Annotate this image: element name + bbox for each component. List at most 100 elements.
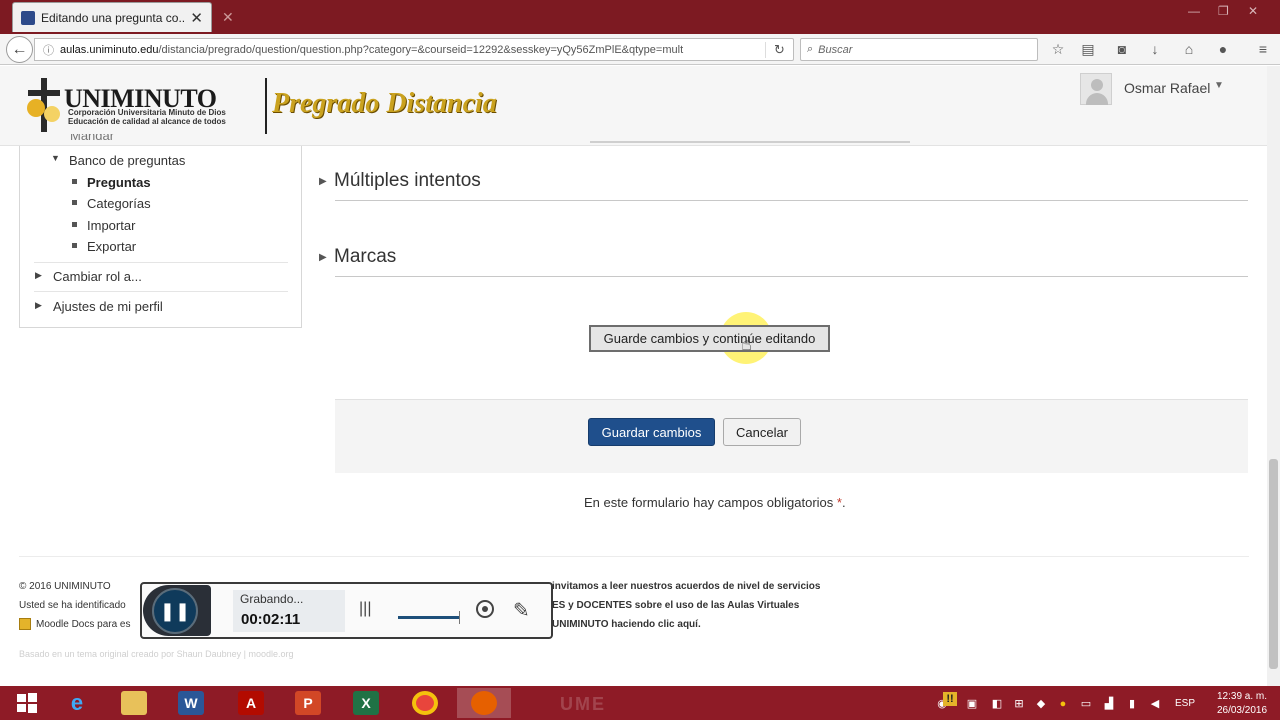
reload-icon[interactable]: ↻ [765,41,793,58]
taskbar-file-explorer[interactable] [107,688,161,718]
sidebar-item-import[interactable]: Importar [87,218,135,233]
internet-explorer-icon: e [70,690,84,715]
footer-policy-text: ES y DOCENTES sobre el uso de las Aulas … [552,600,800,611]
audio-level-icon: ||| [359,600,372,617]
taskbar-firefox[interactable] [457,688,511,718]
taskbar-excel[interactable]: X [339,688,393,718]
logo-divider [265,78,267,134]
program-title: Pregrado Distancia [272,88,497,119]
taskbar-powerpoint[interactable]: P [281,688,335,718]
arrow-left-icon: ← [11,40,28,58]
collapsed-triangle-icon[interactable]: ▶ [35,270,42,281]
tray-time: 12:39 a. m. [1216,691,1268,702]
bookmark-star-icon[interactable]: ☆ [1049,40,1067,58]
bullet-icon [72,243,77,248]
taskbar-chrome[interactable] [398,688,452,718]
tray-update-icon[interactable]: ● [1056,697,1070,711]
pen-icon[interactable]: ✎ [513,598,530,623]
footer-docs-link[interactable]: Moodle Docs para es [36,619,131,630]
word-icon: W [178,691,204,715]
home-icon[interactable]: ⌂ [1180,40,1198,58]
pocket-icon[interactable]: ◙ [1113,40,1131,58]
sidebar-item-categories[interactable]: Categorías [87,196,151,211]
menu-icon[interactable]: ≡ [1254,40,1272,58]
collapsed-triangle-icon[interactable]: ▶ [319,252,327,263]
logo-tagline: Educación de calidad al alcance de todos [68,117,226,126]
sidebar-item-questions[interactable]: Preguntas [87,175,151,190]
windows-logo-icon [17,693,37,713]
logo-subtitle: Corporación Universitaria Minuto de Dios [68,108,226,117]
tray-warning-icon[interactable]: !! [943,692,957,706]
save-button[interactable]: Guardar cambios [588,418,715,446]
sidebar-item-question-bank[interactable]: Banco de preguntas [69,153,185,168]
tray-language[interactable]: ESP [1175,698,1195,709]
caret-down-icon[interactable]: ▼ [1214,80,1224,91]
tray-battery-icon[interactable]: ▮ [1125,697,1139,711]
search-input[interactable]: ⌕ Buscar [800,38,1038,61]
tray-date: 26/03/2016 [1216,705,1268,716]
reading-list-icon[interactable]: ▤ [1079,40,1097,58]
start-button[interactable] [0,688,54,718]
footer-copyright: © 2016 UNIMINUTO [19,581,111,592]
footer-divider [19,556,1249,557]
new-tab-icon[interactable]: ✕ [222,9,238,25]
scrollbar-thumb[interactable] [1269,459,1278,669]
chat-icon[interactable]: ● [1214,40,1232,58]
collapsed-triangle-icon[interactable]: ▶ [319,176,327,187]
info-icon: ⓘ [43,44,54,57]
section-divider [590,141,910,143]
volume-slider[interactable] [398,611,460,624]
required-period: . [841,495,846,510]
tray-volume-icon[interactable]: ◀ [1148,697,1162,711]
section-multiple-tries[interactable]: Múltiples intentos [334,170,481,192]
back-button[interactable]: ← [6,36,33,63]
url-host: aulas.uniminuto.edu [60,43,159,56]
chrome-icon [412,691,438,715]
window-close-icon[interactable]: ✕ [1248,4,1258,18]
expanded-triangle-icon[interactable]: ▼ [51,153,60,163]
minimize-icon[interactable]: — [1188,4,1200,18]
sidebar-divider [34,262,288,263]
user-menu-name[interactable]: Osmar Rafael [1124,80,1210,96]
tray-device-icon[interactable]: ◧ [990,697,1004,711]
taskbar-internet-explorer[interactable]: e [50,688,104,718]
save-continue-button[interactable]: Guarde cambios y continúe editando [589,325,830,352]
sidebar-item-profile-settings[interactable]: Ajustes de mi perfil [53,299,163,314]
bullet-icon [72,179,77,184]
recorder-status: Grabando... [240,592,304,606]
tray-network-icon[interactable]: ⊞ [1012,697,1026,711]
footer-sla-text[interactable]: invitamos a leer nuestros acuerdos de ni… [552,581,820,592]
taskbar-watermark: UME [560,694,606,714]
footer-click-here-link[interactable]: UNIMINUTO haciendo clic aquí. [552,619,701,630]
excel-icon: X [353,691,379,715]
webcam-icon[interactable] [476,600,494,618]
tray-shield-icon[interactable]: ◆ [1034,697,1048,711]
tab-close-icon[interactable]: ✕ [190,9,203,27]
section-tags[interactable]: Marcas [334,246,396,268]
download-icon[interactable]: ↓ [1146,40,1164,58]
url-bar[interactable]: ⓘ aulas.uniminuto.edu/distancia/pregrado… [34,38,794,61]
avatar[interactable] [1080,73,1112,105]
pause-button[interactable]: ❚❚ [152,588,198,634]
firefox-icon [471,691,497,715]
maximize-icon[interactable]: ❐ [1218,4,1229,18]
tray-signal-icon[interactable]: ▟ [1102,697,1116,711]
section-divider [335,200,1248,201]
taskbar-word[interactable]: W [164,688,218,718]
tab-title: Editando una pregunta co... [41,10,185,25]
taskbar-acrobat[interactable]: A [224,688,278,718]
sidebar-divider [34,291,288,292]
acrobat-icon: A [238,691,264,715]
tray-clock[interactable]: 12:39 a. m. 26/03/2016 [1212,690,1272,718]
search-icon: ⌕ [807,43,814,55]
footer-theme-credit: Basado en un tema original creado por Sh… [19,649,294,659]
sidebar-item-cut[interactable]: Mandar [70,134,114,146]
browser-tab[interactable]: Editando una pregunta co... ✕ [12,2,212,32]
url-path: /distancia/pregrado/question/question.ph… [158,43,684,56]
tray-display-icon[interactable]: ▭ [1079,697,1093,711]
sidebar-item-switch-role[interactable]: Cambiar rol a... [53,269,142,284]
collapsed-triangle-icon[interactable]: ▶ [35,300,42,311]
tray-camera-icon[interactable]: ▣ [965,697,979,711]
cancel-button[interactable]: Cancelar [723,418,801,446]
sidebar-item-export[interactable]: Exportar [87,239,136,254]
